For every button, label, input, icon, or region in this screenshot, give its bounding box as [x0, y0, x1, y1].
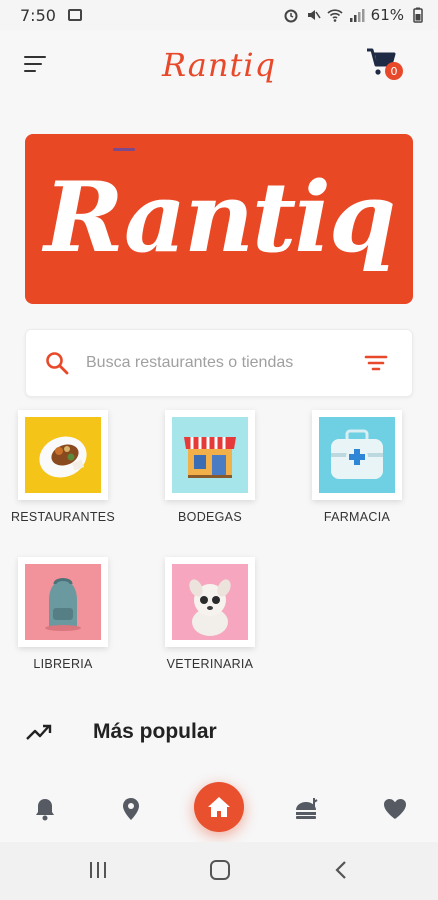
- banner-logo-text: Rantiq: [44, 161, 396, 274]
- search-icon: [46, 352, 69, 375]
- category-label: BODEGAS: [178, 510, 242, 524]
- heart-icon[interactable]: [382, 796, 408, 822]
- category-label: FARMACIA: [323, 510, 391, 524]
- home-system-icon[interactable]: [209, 860, 231, 880]
- back-icon[interactable]: [334, 860, 348, 880]
- alarm-icon: [284, 9, 298, 23]
- cart-button[interactable]: 0: [366, 48, 406, 84]
- status-icons: 61%: [283, 6, 426, 24]
- restaurant-food-icon: [25, 417, 101, 493]
- popular-title: Más popular: [93, 720, 217, 743]
- search-input[interactable]: [86, 354, 346, 372]
- category-tile: [312, 410, 402, 500]
- bell-icon[interactable]: [32, 796, 58, 822]
- category-tile: [18, 557, 108, 647]
- gallery-notification-icon: [67, 9, 82, 21]
- category-label: RESTAURANTES: [10, 510, 116, 524]
- category-label: LIBRERIA: [33, 657, 93, 671]
- bottom-navigation: [0, 778, 438, 842]
- wifi-icon: [327, 9, 343, 22]
- cart-badge: 0: [385, 62, 403, 80]
- food-menu-icon[interactable]: [294, 796, 320, 822]
- trending-up-icon: [26, 724, 52, 740]
- home-button[interactable]: [194, 782, 244, 832]
- search-bar: [25, 329, 413, 397]
- category-label: VETERINARIA: [166, 657, 254, 671]
- mute-icon: [307, 10, 321, 20]
- category-tile: [165, 410, 255, 500]
- popular-section-header: Más popular: [25, 712, 425, 752]
- battery-percent: 61%: [370, 6, 404, 24]
- category-farmacia[interactable]: FARMACIA: [302, 410, 412, 524]
- location-pin-icon[interactable]: [118, 796, 144, 822]
- puppy-icon: [172, 564, 248, 640]
- status-bar: 7:50 61%: [0, 0, 438, 30]
- store-icon: [172, 417, 248, 493]
- app-header: Rantiq 0: [0, 30, 438, 100]
- category-tile: [165, 557, 255, 647]
- signal-icon: [349, 9, 365, 22]
- home-icon: [208, 797, 230, 817]
- recent-apps-icon[interactable]: [88, 860, 108, 880]
- status-time: 7:50: [20, 5, 56, 25]
- category-veterinaria[interactable]: VETERINARIA: [155, 557, 265, 671]
- filter-icon[interactable]: [364, 353, 388, 373]
- carousel-indicator: [113, 148, 163, 151]
- category-bodegas[interactable]: BODEGAS: [155, 410, 265, 524]
- category-restaurantes[interactable]: RESTAURANTES: [8, 410, 118, 524]
- category-tile: [18, 410, 108, 500]
- battery-icon: [413, 7, 423, 23]
- first-aid-kit-icon: [319, 417, 395, 493]
- backpack-icon: [25, 564, 101, 640]
- system-navigation-bar: [0, 842, 438, 900]
- category-libreria[interactable]: LIBRERIA: [8, 557, 118, 671]
- promo-banner[interactable]: Rantiq: [25, 134, 413, 304]
